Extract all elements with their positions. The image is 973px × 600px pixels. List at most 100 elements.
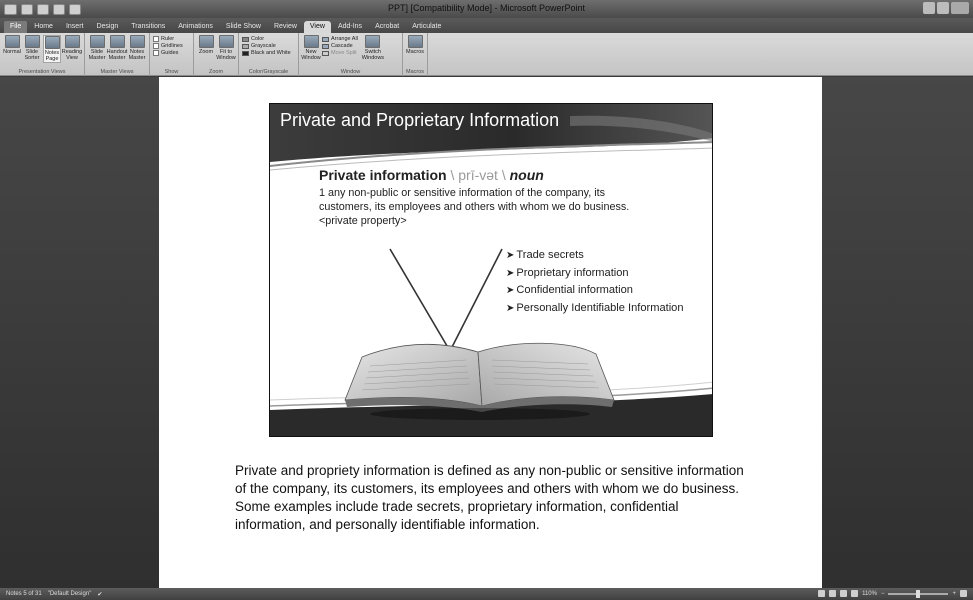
notes-page-icon — [44, 36, 60, 49]
notes-master-icon — [129, 35, 145, 48]
normal-view-status-icon[interactable] — [818, 590, 826, 597]
slide-show-status-icon[interactable] — [851, 590, 859, 597]
pronunciation: \ prī-vət \ — [450, 167, 506, 183]
status-bar: Notes 5 of 31 "Default Design" ✔ 110% − … — [0, 588, 973, 600]
save-icon[interactable] — [21, 3, 33, 15]
ribbon-tabs: File Home Insert Design Transitions Anim… — [0, 18, 973, 33]
list-item: ➤ Confidential information — [506, 284, 633, 297]
zoom-slider[interactable] — [888, 589, 949, 598]
new-window-button[interactable]: New Window — [301, 35, 321, 61]
arrow-bullet-icon: ➤ — [506, 302, 515, 314]
slide-title: Private and Proprietary Information — [280, 110, 560, 130]
undo-icon[interactable] — [37, 3, 49, 15]
group-label: Master Views — [100, 69, 134, 75]
checkbox-icon — [153, 36, 159, 42]
move-split-icon — [322, 50, 329, 56]
slide-thumbnail[interactable]: Private and Proprietary Information Priv… — [269, 103, 713, 437]
handout-master-button[interactable]: Handout Master — [107, 35, 127, 61]
group-master-views: Slide Master Handout Master Notes Master… — [85, 33, 150, 76]
guides-checkbox[interactable]: Guides — [153, 50, 190, 56]
slide-master-icon — [89, 35, 105, 48]
arrange-all-button[interactable]: Arrange All — [322, 36, 358, 42]
title-bar: PPT] [Compatibility Mode] - Microsoft Po… — [0, 0, 973, 18]
tab-acrobat[interactable]: Acrobat — [369, 21, 405, 33]
window-title: PPT] [Compatibility Mode] - Microsoft Po… — [387, 3, 586, 13]
move-split-button[interactable]: Move Split — [322, 50, 358, 56]
magnifier-icon — [198, 35, 214, 48]
arrange-all-icon — [322, 36, 329, 42]
group-label: Presentation Views — [18, 69, 66, 75]
maximize-button[interactable] — [937, 2, 949, 14]
view-controls: 110% − + — [818, 589, 967, 598]
definition-heading: Private information \ prī-vət \ noun — [319, 167, 659, 183]
slide-sorter-icon — [24, 35, 40, 48]
spell-check-icon[interactable]: ✔ — [97, 591, 102, 598]
switch-windows-button[interactable]: Switch Windows — [360, 35, 386, 61]
fit-to-window-icon — [218, 35, 234, 48]
normal-view-button[interactable]: Normal — [3, 35, 21, 63]
zoom-in-icon[interactable]: + — [952, 591, 956, 597]
bullet-list: ➤ Trade secrets ➤ Proprietary information … — [506, 247, 684, 317]
fit-slide-icon[interactable] — [960, 590, 967, 597]
arrow-bullet-icon: ➤ — [506, 285, 515, 297]
group-label: Window — [340, 69, 361, 75]
reading-view-button[interactable]: Reading View — [62, 35, 82, 63]
checkbox-icon — [153, 50, 159, 56]
tab-add-ins[interactable]: Add-Ins — [332, 21, 368, 33]
ruler-checkbox[interactable]: Ruler — [153, 36, 190, 42]
group-presentation-views: Normal Slide Sorter Notes Page Reading V… — [0, 33, 85, 76]
slide-sorter-status-icon[interactable] — [829, 590, 837, 597]
gridlines-checkbox[interactable]: Gridlines — [153, 43, 190, 49]
zoom-out-icon[interactable]: − — [881, 591, 885, 597]
macros-icon — [407, 35, 423, 48]
tab-view[interactable]: View — [303, 21, 331, 33]
speaker-notes[interactable]: Private and propriety information is def… — [235, 462, 745, 534]
tab-transitions[interactable]: Transitions — [125, 21, 171, 33]
fit-to-window-button[interactable]: Fit to Window — [216, 35, 236, 61]
workspace: Private and Proprietary Information Priv… — [0, 77, 973, 588]
group-zoom: Zoom Fit to Window Zoom — [194, 33, 239, 76]
grayscale-button[interactable]: Grayscale — [242, 43, 295, 49]
group-label: Show — [164, 69, 179, 75]
macros-button[interactable]: Macros — [406, 35, 424, 55]
tab-design[interactable]: Design — [90, 21, 124, 33]
normal-view-icon — [4, 35, 20, 48]
notes-master-button[interactable]: Notes Master — [128, 35, 146, 61]
checkbox-icon — [153, 43, 159, 49]
reading-view-icon — [64, 35, 80, 48]
slide-master-button[interactable]: Slide Master — [88, 35, 106, 61]
powerpoint-app-icon[interactable] — [4, 3, 17, 15]
list-item: ➤ Proprietary information — [506, 266, 629, 279]
tab-animations[interactable]: Animations — [172, 21, 219, 33]
slide-sorter-button[interactable]: Slide Sorter — [23, 35, 41, 63]
notes-page: Private and Proprietary Information Priv… — [159, 77, 822, 588]
customize-toolbar-icon[interactable] — [69, 3, 81, 15]
handout-master-icon — [109, 35, 125, 48]
tab-articulate[interactable]: Articulate — [406, 21, 447, 33]
zoom-slider-thumb[interactable] — [916, 589, 921, 598]
window-controls — [923, 2, 969, 14]
reading-view-status-icon[interactable] — [840, 590, 848, 597]
definition-term: Private information — [319, 167, 447, 183]
group-window: New Window Arrange All Cascade Move Spli… — [299, 33, 403, 76]
cascade-icon — [322, 43, 329, 49]
cascade-button[interactable]: Cascade — [322, 43, 358, 49]
tab-review[interactable]: Review — [268, 21, 303, 33]
notes-page-button[interactable]: Notes Page — [43, 35, 61, 63]
zoom-level[interactable]: 110% — [862, 591, 877, 597]
tab-home[interactable]: Home — [28, 21, 59, 33]
tab-file[interactable]: File — [4, 21, 28, 33]
black-and-white-button[interactable]: Black and White — [242, 50, 295, 56]
group-color-grayscale: Color Grayscale Black and White Color/Gr… — [239, 33, 299, 76]
zoom-button[interactable]: Zoom — [197, 35, 215, 61]
color-button[interactable]: Color — [242, 36, 295, 42]
tab-insert[interactable]: Insert — [60, 21, 90, 33]
minimize-button[interactable] — [923, 2, 935, 14]
list-item: ➤ Personally Identifiable Information — [506, 301, 684, 314]
redo-icon[interactable] — [53, 3, 65, 15]
tab-slide-show[interactable]: Slide Show — [220, 21, 267, 33]
list-item: ➤ Trade secrets — [506, 249, 584, 261]
theme-name[interactable]: "Default Design" — [48, 591, 92, 597]
group-label: Macros — [405, 69, 425, 75]
close-button[interactable] — [951, 2, 969, 14]
